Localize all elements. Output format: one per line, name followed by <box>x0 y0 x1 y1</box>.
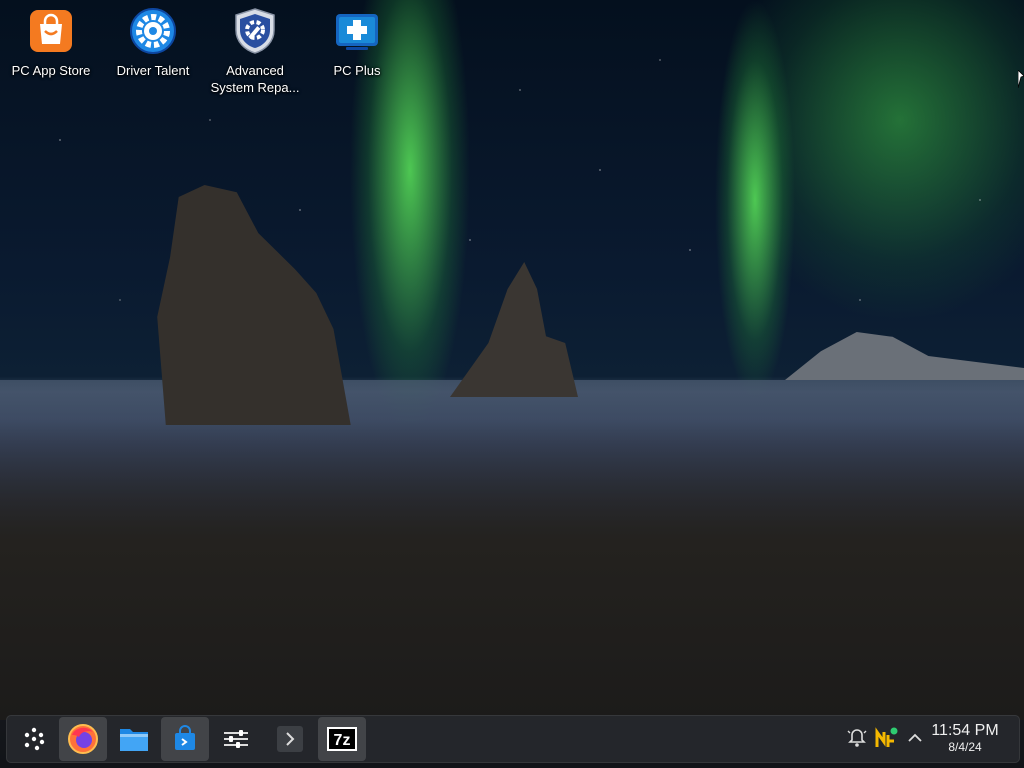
sliders-icon <box>224 730 248 748</box>
taskbar: 7z 11:54 PM 8/4/24 <box>6 715 1020 763</box>
desktop-icon-label: PC App Store <box>11 63 91 78</box>
clock-time: 11:54 PM <box>931 722 999 739</box>
desktop-icon-advanced-system-repair[interactable]: Advanced System Repa... <box>205 4 305 96</box>
bell-icon <box>847 729 867 747</box>
taskbar-terminal-button[interactable] <box>266 717 314 761</box>
seven-zip-icon: 7z <box>327 727 357 751</box>
tray-expand-button[interactable] <box>903 726 927 750</box>
desktop-icon-pc-app-store[interactable]: PC App Store <box>1 4 101 79</box>
shopping-bag-icon <box>30 10 72 52</box>
desktop-icon-driver-talent[interactable]: Driver Talent <box>103 4 203 79</box>
clock[interactable]: 11:54 PM 8/4/24 <box>925 722 1005 754</box>
store-bag-icon <box>175 725 195 750</box>
firefox-icon <box>68 724 98 754</box>
taskbar-file-manager-button[interactable] <box>110 717 158 761</box>
terminal-icon <box>277 726 303 752</box>
taskbar-system-settings-button[interactable] <box>212 717 260 761</box>
wallpaper-shore <box>0 420 1024 720</box>
tray-updates-button[interactable] <box>874 726 898 750</box>
launcher-dots-icon <box>24 727 45 751</box>
desktop-icon-label: Advanced System Repa... <box>210 63 300 95</box>
folder-icon <box>120 729 148 751</box>
medical-cross-icon <box>336 14 378 50</box>
taskbar-discover-button[interactable] <box>161 717 209 761</box>
seven-zip-label: 7z <box>334 732 351 749</box>
clock-date: 8/4/24 <box>948 740 982 754</box>
taskbar-firefox-button[interactable] <box>59 717 107 761</box>
desktop: PC App Store Driver Talent Advanced Syst… <box>0 0 1024 768</box>
update-notifier-icon <box>875 727 898 747</box>
desktop-icon-pc-plus[interactable]: PC Plus <box>307 4 407 79</box>
desktop-icon-label: PC Plus <box>333 63 381 78</box>
gear-icon <box>130 8 176 54</box>
shield-gear-icon <box>235 8 275 54</box>
chevron-up-icon <box>908 733 922 742</box>
taskbar-7zip-button[interactable]: 7z <box>318 717 366 761</box>
mouse-cursor-icon <box>1018 70 1024 88</box>
app-launcher-button[interactable] <box>10 717 58 761</box>
desktop-icon-label: Driver Talent <box>116 63 190 78</box>
tray-notifications-button[interactable] <box>845 726 869 750</box>
